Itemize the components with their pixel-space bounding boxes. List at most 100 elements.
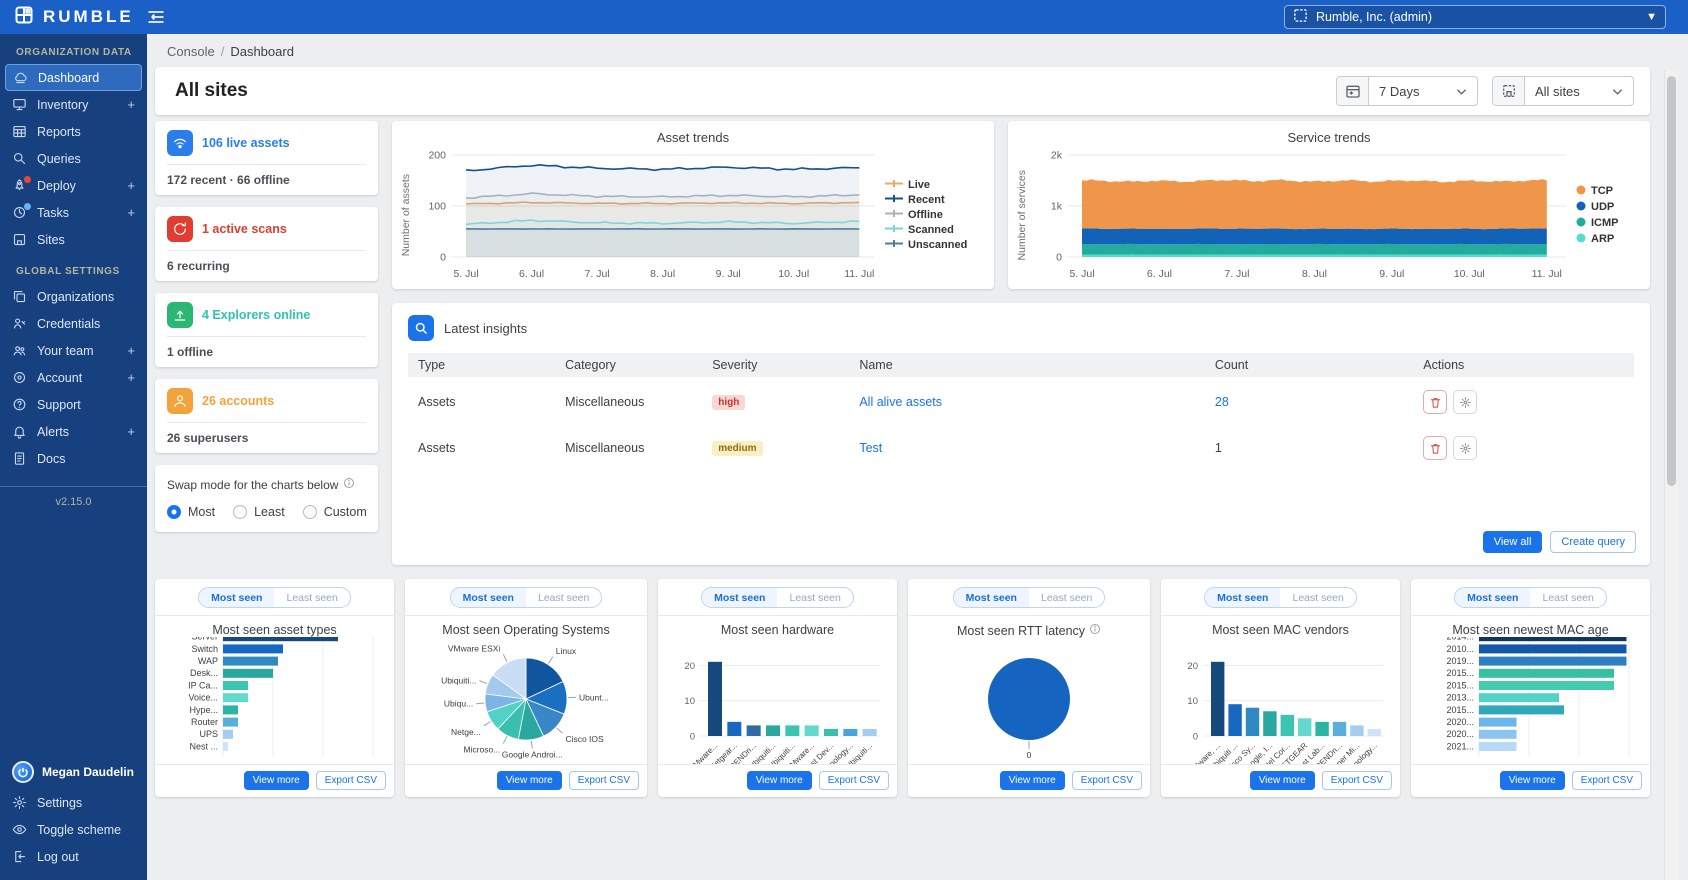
delete-insight-button[interactable] (1423, 390, 1447, 414)
dashboard-icon (13, 70, 29, 86)
expand-plus-icon[interactable]: + (127, 97, 139, 112)
svg-text:Ubiqu...: Ubiqu... (444, 698, 473, 708)
sidebar-item-inventory[interactable]: Inventory+ (0, 91, 147, 118)
least-seen-tab[interactable]: Least seen (1280, 588, 1355, 607)
sidebar-item-alerts[interactable]: Alerts+ (0, 418, 147, 445)
legend-item-live[interactable]: Live (885, 179, 967, 191)
least-seen-tab[interactable]: Least seen (777, 588, 852, 607)
chart-legend: Live Recent Offline Scanned Unscanned (881, 179, 967, 251)
sidebar-item-account[interactable]: Account+ (0, 364, 147, 391)
most-seen-tab[interactable]: Most seen (1455, 588, 1530, 607)
export-csv-button[interactable]: Export CSV (1572, 771, 1642, 790)
insight-count-link[interactable]: 28 (1215, 395, 1229, 409)
sidebar-item-queries[interactable]: Queries (0, 145, 147, 172)
most-seen-tab[interactable]: Most seen (1205, 588, 1280, 607)
legend-marker (1576, 201, 1586, 214)
sidebar-collapse-icon[interactable] (146, 9, 166, 25)
insight-name-link[interactable]: Test (859, 441, 882, 455)
most-seen-tab[interactable]: Most seen (954, 588, 1029, 607)
sidebar-item-support[interactable]: Support (0, 391, 147, 418)
scrollbar-thumb[interactable] (1667, 76, 1676, 486)
legend-item-tcp[interactable]: TCP (1576, 185, 1619, 198)
stat-card-1-active-scans[interactable]: 1 active scans6 recurring (155, 207, 378, 281)
sidebar-item-organizations[interactable]: Organizations (0, 283, 147, 310)
swap-option-least[interactable]: Least (233, 505, 285, 519)
sidebar-item-your-team[interactable]: Your team+ (0, 337, 147, 364)
radio-custom[interactable] (303, 505, 317, 519)
least-seen-tab[interactable]: Least seen (526, 588, 601, 607)
sidebar-item-log-out[interactable]: Log out (0, 843, 147, 870)
most-seen-tab[interactable]: Most seen (702, 588, 777, 607)
expand-plus-icon[interactable]: + (127, 424, 139, 439)
svg-text:IP Ca...: IP Ca... (188, 680, 218, 690)
configure-insight-button[interactable] (1453, 436, 1477, 460)
user-menu[interactable]: Megan Daudelin (0, 755, 147, 789)
svg-text:Desk...: Desk... (189, 668, 217, 678)
view-more-button[interactable]: View more (747, 771, 812, 790)
legend-item-icmp[interactable]: ICMP (1576, 217, 1619, 230)
stat-card-4-explorers-online[interactable]: 4 Explorers online1 offline (155, 293, 378, 367)
brand[interactable]: RUMBLE (14, 5, 134, 30)
swap-option-custom[interactable]: Custom (303, 505, 367, 519)
user-name: Megan Daudelin (42, 765, 134, 779)
view-more-button[interactable]: View more (497, 771, 562, 790)
export-csv-button[interactable]: Export CSV (316, 771, 386, 790)
site-filter-select[interactable]: All sites (1525, 77, 1633, 105)
radio-most[interactable] (167, 505, 181, 519)
legend-item-arp[interactable]: ARP (1576, 233, 1619, 246)
view-more-button[interactable]: View more (1500, 771, 1565, 790)
breadcrumb-console[interactable]: Console (167, 44, 215, 59)
breadcrumb-dashboard[interactable]: Dashboard (230, 44, 294, 59)
severity-badge: medium (712, 441, 762, 456)
least-seen-tab[interactable]: Least seen (274, 588, 349, 607)
export-csv-button[interactable]: Export CSV (1322, 771, 1392, 790)
radio-least[interactable] (233, 505, 247, 519)
date-range-select[interactable]: 7 Days (1369, 77, 1477, 105)
sidebar-item-tasks[interactable]: Tasks+ (0, 199, 147, 226)
sidebar-item-settings[interactable]: Settings (0, 789, 147, 816)
export-csv-button[interactable]: Export CSV (819, 771, 889, 790)
view-more-button[interactable]: View more (244, 771, 309, 790)
expand-plus-icon[interactable]: + (127, 370, 139, 385)
cell-severity: high (702, 377, 849, 423)
org-selector[interactable]: Rumble, Inc. (admin) ▼ (1284, 5, 1666, 29)
view-all-button[interactable]: View all (1483, 531, 1543, 553)
stat-subtitle: 1 offline (167, 337, 366, 359)
sidebar-item-dashboard[interactable]: Dashboard (5, 64, 142, 91)
sidebar-item-reports[interactable]: Reports (0, 118, 147, 145)
legend-item-unscanned[interactable]: Unscanned (885, 239, 967, 251)
configure-insight-button[interactable] (1453, 390, 1477, 414)
legend-item-recent[interactable]: Recent (885, 194, 967, 206)
legend-item-udp[interactable]: UDP (1576, 201, 1619, 214)
svg-text:2015...: 2015... (1446, 704, 1474, 714)
expand-plus-icon[interactable]: + (127, 343, 139, 358)
export-csv-button[interactable]: Export CSV (569, 771, 639, 790)
stat-card-106-live-assets[interactable]: 106 live assets172 recent · 66 offline (155, 121, 378, 195)
most-least-toggle: Most seenLeast seen (1204, 587, 1357, 608)
stat-title: 106 live assets (202, 136, 290, 150)
sidebar-item-toggle-scheme[interactable]: Toggle scheme (0, 816, 147, 843)
least-seen-tab[interactable]: Least seen (1029, 588, 1104, 607)
stat-card-26-accounts[interactable]: 26 accounts26 superusers (155, 379, 378, 453)
legend-item-offline[interactable]: Offline (885, 209, 967, 221)
expand-plus-icon[interactable]: + (127, 178, 139, 193)
sidebar-item-credentials[interactable]: Credentials (0, 310, 147, 337)
least-seen-tab[interactable]: Least seen (1530, 588, 1605, 607)
sidebar-item-deploy[interactable]: Deploy+ (0, 172, 147, 199)
insight-name-link[interactable]: All alive assets (859, 395, 942, 409)
most-seen-tab[interactable]: Most seen (199, 588, 274, 607)
swap-option-most[interactable]: Most (167, 505, 215, 519)
sites-icon (1493, 77, 1525, 105)
most-seen-tab[interactable]: Most seen (451, 588, 526, 607)
expand-plus-icon[interactable]: + (127, 205, 139, 220)
create-query-button[interactable]: Create query (1550, 531, 1636, 553)
view-more-button[interactable]: View more (1250, 771, 1315, 790)
eye-icon (12, 822, 28, 838)
scrollbar[interactable] (1664, 70, 1678, 880)
sidebar-item-docs[interactable]: Docs (0, 445, 147, 472)
export-csv-button[interactable]: Export CSV (1072, 771, 1142, 790)
view-more-button[interactable]: View more (1000, 771, 1065, 790)
legend-item-scanned[interactable]: Scanned (885, 224, 967, 236)
sidebar-item-sites[interactable]: Sites (0, 226, 147, 253)
delete-insight-button[interactable] (1423, 436, 1447, 460)
